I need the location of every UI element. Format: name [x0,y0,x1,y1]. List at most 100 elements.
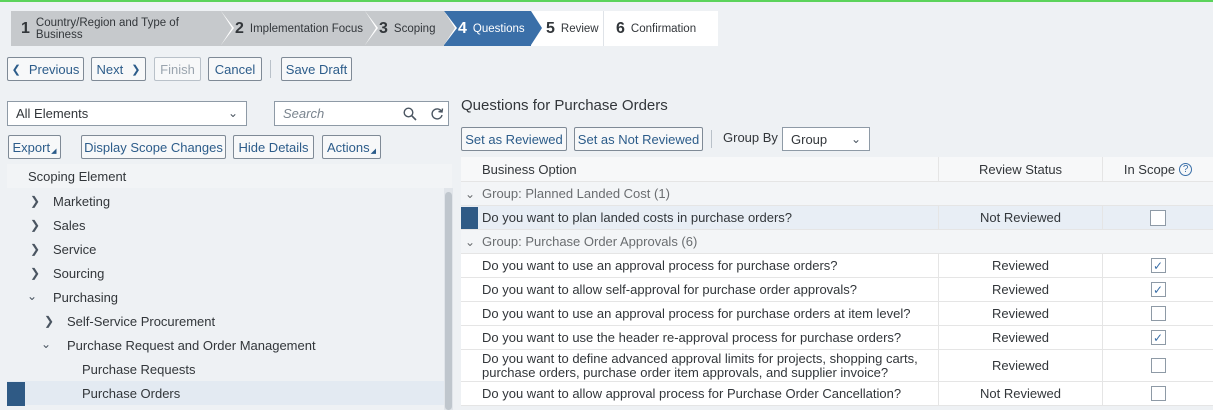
in-scope-checkbox[interactable] [1150,358,1166,373]
export-button[interactable]: Export ◢ [8,135,61,159]
chevron-down-icon[interactable]: ⌄ [27,289,37,303]
step-number: 6 [616,19,625,37]
chevron-right-icon[interactable]: ❯ [30,242,40,256]
in-scope-checkbox[interactable]: ✓ [1150,282,1166,297]
group-row[interactable]: ⌄ Group: Planned Landed Cost (1) [461,182,1213,206]
tree-item-purchase-orders[interactable]: Purchase Orders [7,381,444,405]
table-row[interactable]: Do you want to allow approval process fo… [461,382,1213,406]
previous-button[interactable]: ❮ Previous [7,57,84,81]
wizard-steps: 1 Country/Region and Type of Business 2 … [11,11,718,46]
business-option-text: Do you want to plan landed costs in purc… [482,210,793,225]
business-option-text: Do you want to use an approval process f… [482,306,911,321]
review-status: Not Reviewed [938,206,1102,229]
menu-indicator-icon: ◢ [370,148,377,155]
table-row[interactable]: Do you want to plan landed costs in purc… [461,206,1213,230]
toolbar-divider [270,60,271,78]
set-as-not-reviewed-button[interactable]: Set as Not Reviewed [574,127,703,151]
business-option-text: Do you want to define advanced approval … [482,350,918,380]
table-row[interactable]: Do you want to use an approval process f… [461,302,1213,326]
tree-item-purchasing[interactable]: ⌄ Purchasing [7,285,444,309]
step-label: Confirmation [630,22,697,35]
in-scope-checkbox[interactable] [1150,209,1166,226]
chevron-right-icon: ❯ [131,63,141,76]
tree-item-self-service-procurement[interactable]: ❯ Self-Service Procurement [7,309,444,333]
review-status: Reviewed [938,278,1102,301]
in-scope-checkbox[interactable] [1150,306,1166,321]
chevron-right-icon[interactable]: ❯ [30,194,40,208]
tree-header: Scoping Element [7,164,452,188]
tree-item-purchase-request-and-order-management[interactable]: ⌄ Purchase Request and Order Management [7,333,444,357]
chevron-right-icon[interactable]: ❯ [30,266,40,280]
tree-scrollbar-thumb[interactable] [445,192,452,410]
table-header-row: Business Option Review Status In Scope ? [461,157,1213,182]
finish-button[interactable]: Finish [154,57,201,81]
table-row[interactable]: Do you want to use an approval process f… [461,254,1213,278]
questions-title: Questions for Purchase Orders [461,97,668,114]
hide-details-button[interactable]: Hide Details [233,135,314,159]
review-status: Reviewed [938,326,1102,349]
step-number: 5 [546,19,555,37]
menu-indicator-icon: ◢ [51,148,57,155]
table-row[interactable]: Do you want to allow self-approval for p… [461,278,1213,302]
cancel-button[interactable]: Cancel [208,57,262,81]
step-number: 3 [379,19,388,37]
chevron-down-icon: ⌄ [850,132,861,146]
chevron-right-icon[interactable]: ❯ [44,314,54,328]
toolbar-divider [711,130,712,148]
search-input[interactable]: Search [274,101,449,126]
chevron-down-icon: ⌄ [227,106,238,120]
wizard-step-6[interactable]: 6 Confirmation [603,11,718,46]
business-option-text: Do you want to allow self-approval for p… [482,282,858,297]
tree-item-service[interactable]: ❯ Service [7,237,444,261]
table-row[interactable]: Do you want to use the header re-approva… [461,326,1213,350]
step-label: Review [560,22,599,35]
review-status: Not Reviewed [938,382,1102,405]
column-header-in-scope[interactable]: In Scope ? [1102,157,1213,181]
in-scope-checkbox[interactable]: ✓ [1150,258,1166,273]
review-status: Reviewed [938,302,1102,325]
business-option-text: Do you want to allow approval process fo… [482,386,902,401]
in-scope-checkbox[interactable] [1150,386,1166,401]
tree-item-marketing[interactable]: ❯ Marketing [7,189,444,213]
chevron-down-icon[interactable]: ⌄ [465,182,475,205]
review-status: Reviewed [938,350,1102,381]
step-label: Country/Region and Type of Business [35,16,179,41]
refresh-icon[interactable] [430,107,444,121]
selection-marker [7,382,25,406]
step-number: 2 [235,19,244,37]
step-label: Implementation Focus [249,22,364,35]
save-draft-button[interactable]: Save Draft [281,57,352,81]
column-header-business-option[interactable]: Business Option [482,157,937,181]
table-row[interactable]: Do you want to define advanced approval … [461,350,1213,382]
column-header-review-status[interactable]: Review Status [938,157,1102,181]
actions-button[interactable]: Actions ◢ [322,135,381,159]
row-selection-marker [461,207,478,229]
group-by-select[interactable]: Group ⌄ [782,127,870,151]
set-as-reviewed-button[interactable]: Set as Reviewed [461,127,567,151]
group-row[interactable]: ⌄ Group: Purchase Order Approvals (6) [461,230,1213,254]
tree-item-sourcing[interactable]: ❯ Sourcing [7,261,444,285]
help-icon[interactable]: ? [1179,162,1193,176]
step-number: 1 [21,19,30,37]
business-option-text: Do you want to use the header re-approva… [482,330,902,345]
business-option-text: Do you want to use an approval process f… [482,258,838,273]
review-status: Reviewed [938,254,1102,277]
search-icon[interactable] [403,107,417,121]
display-scope-changes-button[interactable]: Display Scope Changes [81,135,226,159]
tree-item-sales[interactable]: ❯ Sales [7,213,444,237]
next-button[interactable]: Next ❯ [91,57,146,81]
chevron-down-icon[interactable]: ⌄ [41,337,51,351]
element-filter-select[interactable]: All Elements ⌄ [7,101,247,126]
wizard-step-4[interactable]: 4 Questions [444,11,544,46]
step-label: Scoping [393,22,436,35]
top-accent-line [0,0,1213,2]
in-scope-checkbox[interactable]: ✓ [1150,330,1166,345]
wizard-step-1[interactable]: 1 Country/Region and Type of Business [11,11,234,46]
group-by-label: Group By [723,130,778,145]
chevron-right-icon[interactable]: ❯ [30,218,40,232]
step-number: 4 [458,19,467,37]
wizard-step-2[interactable]: 2 Implementation Focus [221,11,378,46]
step-label: Questions [472,22,525,35]
chevron-down-icon[interactable]: ⌄ [465,230,475,253]
tree-item-purchase-requests[interactable]: Purchase Requests [7,357,444,381]
